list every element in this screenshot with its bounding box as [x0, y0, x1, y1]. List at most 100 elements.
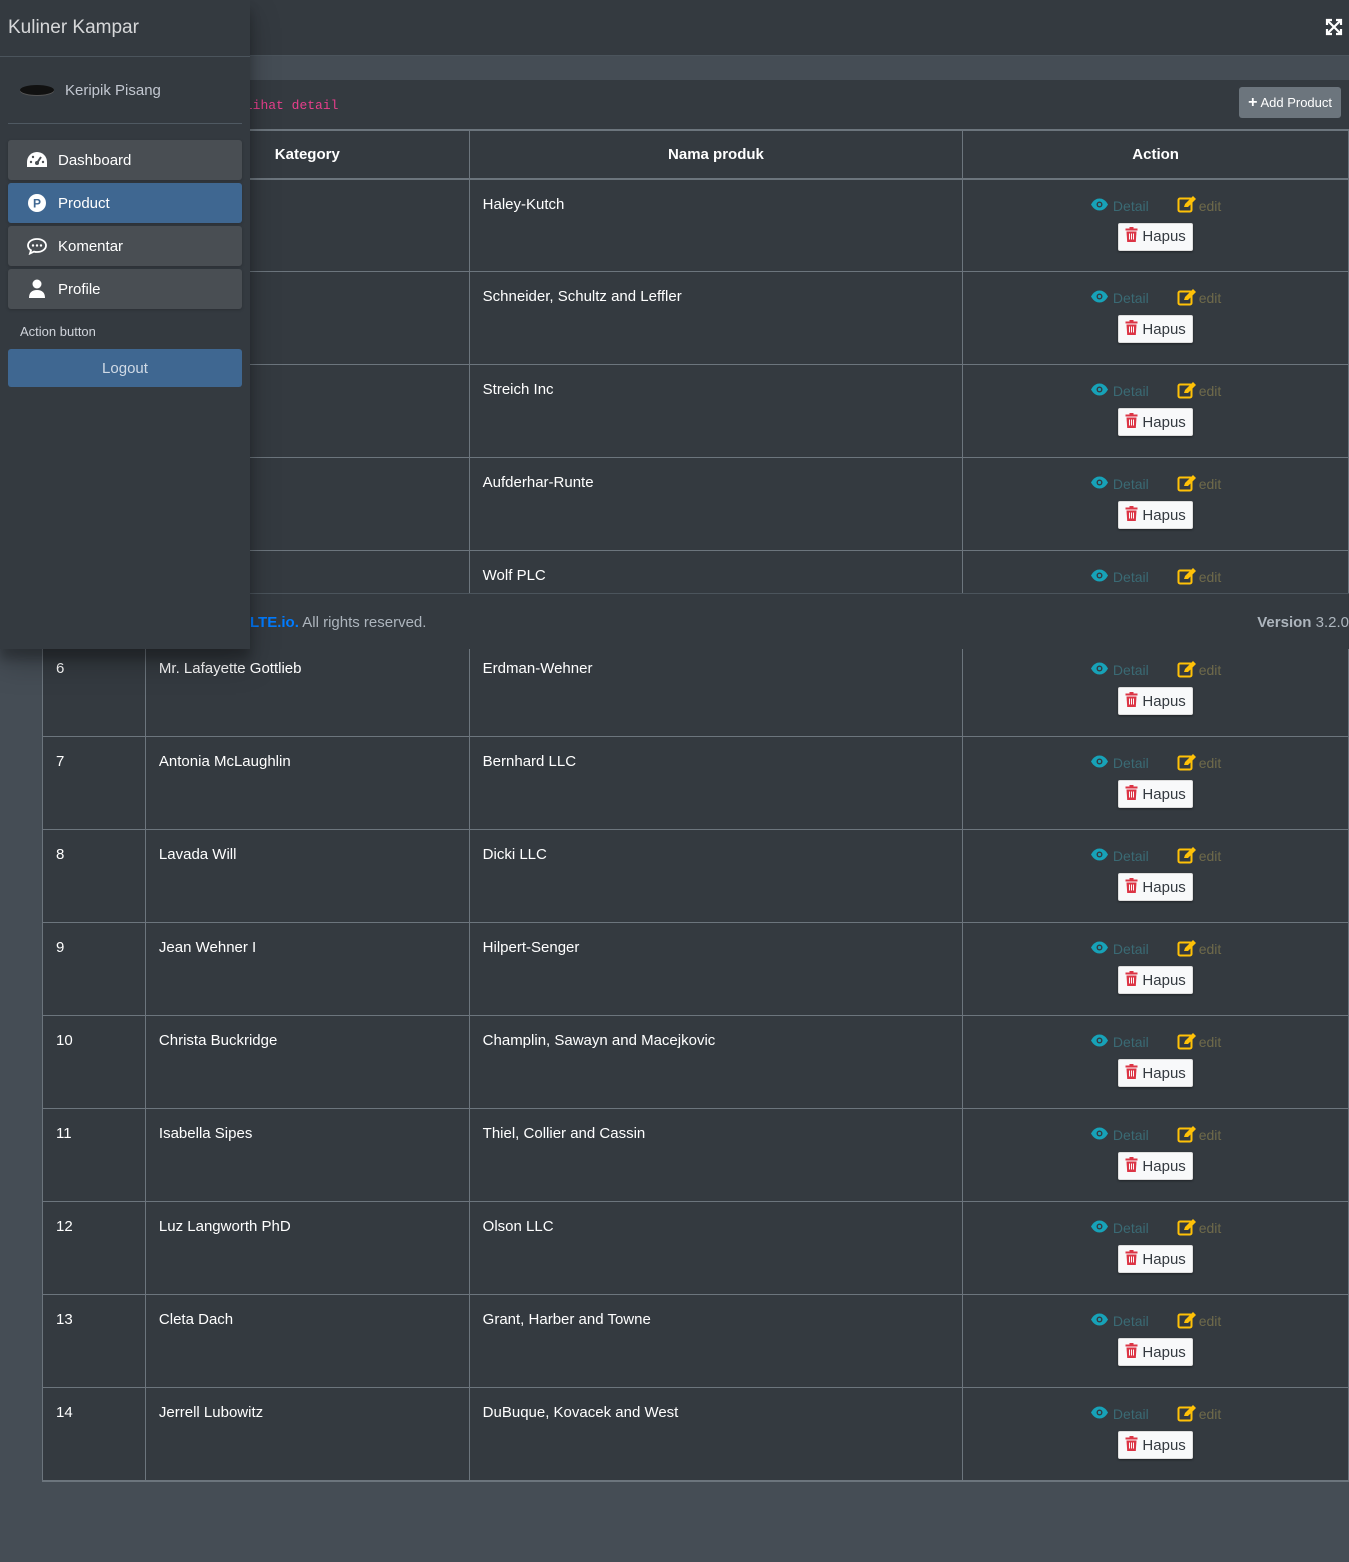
edit-link[interactable]: edit	[1177, 381, 1222, 402]
edit-icon	[1177, 567, 1197, 588]
edit-link[interactable]: edit	[1177, 474, 1222, 495]
eye-icon	[1090, 1406, 1109, 1422]
edit-icon	[1177, 474, 1197, 495]
edit-link[interactable]: edit	[1177, 1404, 1222, 1425]
edit-link[interactable]: edit	[1177, 1311, 1221, 1332]
edit-label: edit	[1198, 755, 1222, 771]
action-links: Detail edit	[976, 381, 1335, 401]
hapus-label: Hapus	[1142, 971, 1186, 989]
tachometer-icon	[26, 151, 48, 169]
cell-action: Detail edit Hapus	[962, 922, 1349, 1016]
detail-link[interactable]: Detail	[1090, 198, 1149, 214]
hapus-button[interactable]: Hapus	[1118, 873, 1194, 901]
hapus-button[interactable]: Hapus	[1118, 1059, 1194, 1087]
edit-label: edit	[1198, 383, 1222, 399]
cell-action: Detail edit Hapus	[962, 271, 1349, 365]
version-label: Version	[1257, 614, 1312, 631]
hapus-button[interactable]: Hapus	[1118, 1431, 1194, 1459]
cell-no: 10	[42, 1015, 146, 1109]
hapus-button[interactable]: Hapus	[1118, 408, 1194, 436]
edit-link[interactable]: edit	[1177, 846, 1222, 867]
detail-link[interactable]: Detail	[1090, 1406, 1149, 1422]
action-links: Detail edit	[976, 846, 1335, 866]
hapus-button[interactable]: Hapus	[1118, 687, 1194, 715]
edit-link[interactable]: edit	[1177, 1032, 1221, 1053]
sidebar-item-komentar[interactable]: Komentar	[8, 226, 242, 266]
detail-link[interactable]: Detail	[1090, 662, 1149, 678]
cell-action: Detail edit Hapus	[962, 1387, 1349, 1482]
eye-icon	[1090, 1220, 1109, 1236]
sidebar-item-product[interactable]: P Product	[8, 183, 242, 223]
action-links: Detail edit	[976, 1032, 1335, 1052]
cell-nama-produk: Champlin, Sawayn and Macejkovic	[469, 1015, 964, 1109]
detail-link[interactable]: Detail	[1090, 1127, 1149, 1143]
trash-icon	[1125, 1249, 1138, 1269]
detail-link[interactable]: Detail	[1090, 1034, 1149, 1050]
detail-link[interactable]: Detail	[1090, 569, 1149, 585]
hapus-button[interactable]: Hapus	[1118, 315, 1194, 343]
cell-action: Detail edit Hapus	[962, 178, 1349, 272]
cell-nama-produk: Grant, Harber and Towne	[469, 1294, 964, 1388]
eye-icon	[1090, 941, 1109, 957]
cell-nama-produk: Haley-Kutch	[469, 178, 964, 272]
detail-link[interactable]: Detail	[1090, 476, 1149, 492]
edit-icon	[1177, 1404, 1197, 1425]
detail-label: Detail	[1112, 662, 1149, 678]
hapus-button[interactable]: Hapus	[1118, 966, 1194, 994]
edit-link[interactable]: edit	[1177, 288, 1221, 309]
edit-label: edit	[1198, 1220, 1222, 1236]
add-product-button[interactable]: + Add Product	[1239, 87, 1341, 118]
edit-link[interactable]: edit	[1177, 1125, 1221, 1146]
detail-link[interactable]: Detail	[1090, 941, 1149, 957]
hapus-label: Hapus	[1142, 1157, 1186, 1175]
hapus-button[interactable]: Hapus	[1118, 1245, 1194, 1273]
edit-label: edit	[1198, 848, 1222, 864]
action-links: Detail edit	[976, 939, 1335, 959]
hapus-button[interactable]: Hapus	[1118, 501, 1194, 529]
detail-link[interactable]: Detail	[1090, 1220, 1149, 1236]
footer-copyright: LTE.io. All rights reserved.	[250, 614, 426, 631]
table-row: 6 Mr. Lafayette Gottlieb Erdman-Wehner Deta…	[42, 643, 1349, 737]
table-row: 9 Jean Wehner I Hilpert-Senger Detail edit Ha…	[42, 922, 1349, 1016]
action-links: Detail edit	[976, 196, 1335, 216]
cell-action: Detail edit Hapus	[962, 829, 1349, 923]
hapus-button[interactable]: Hapus	[1118, 1152, 1194, 1180]
hapus-label: Hapus	[1142, 320, 1186, 338]
edit-link[interactable]: edit	[1177, 1218, 1222, 1239]
hapus-button[interactable]: Hapus	[1118, 780, 1194, 808]
edit-link[interactable]: edit	[1177, 660, 1221, 681]
detail-link[interactable]: Detail	[1090, 848, 1149, 864]
footer-brand-link[interactable]: LTE.io.	[250, 614, 299, 631]
trash-icon	[1125, 319, 1138, 339]
edit-label: edit	[1198, 476, 1222, 492]
sidebar-item-label: Komentar	[58, 237, 124, 255]
edit-link[interactable]: edit	[1177, 195, 1221, 216]
edit-label: edit	[1198, 1406, 1222, 1422]
user-panel[interactable]: Keripik Pisang	[8, 57, 242, 124]
hapus-button[interactable]: Hapus	[1118, 222, 1194, 251]
action-links: Detail edit	[976, 660, 1335, 680]
detail-link[interactable]: Detail	[1090, 383, 1149, 399]
edit-link[interactable]: edit	[1177, 939, 1221, 960]
hapus-label: Hapus	[1142, 785, 1186, 803]
table-row: 8 Lavada Will Dicki LLC Detail edit Hapus	[42, 829, 1349, 923]
edit-link[interactable]: edit	[1177, 753, 1222, 774]
hapus-button[interactable]: Hapus	[1118, 1338, 1194, 1366]
detail-link[interactable]: Detail	[1090, 755, 1149, 771]
edit-link[interactable]: edit	[1177, 567, 1221, 588]
hapus-label: Hapus	[1142, 1064, 1186, 1082]
edit-icon	[1177, 1311, 1197, 1332]
trash-icon	[1125, 505, 1138, 525]
detail-link[interactable]: Detail	[1090, 290, 1149, 306]
user-avatar	[20, 85, 54, 95]
sidebar-item-profile[interactable]: Profile	[8, 269, 242, 309]
fullscreen-icon[interactable]	[1325, 18, 1343, 36]
detail-link[interactable]: Detail	[1090, 1313, 1149, 1329]
detail-label: Detail	[1112, 476, 1149, 492]
add-product-label: Add Product	[1260, 95, 1332, 110]
cell-no: 14	[42, 1387, 146, 1482]
logout-button[interactable]: Logout	[8, 349, 242, 387]
brand-link[interactable]: Kuliner Kampar	[0, 0, 250, 57]
sidebar-item-dashboard[interactable]: Dashboard	[8, 140, 242, 180]
sidebar: Kuliner Kampar Keripik Pisang Dashboard …	[0, 0, 250, 649]
